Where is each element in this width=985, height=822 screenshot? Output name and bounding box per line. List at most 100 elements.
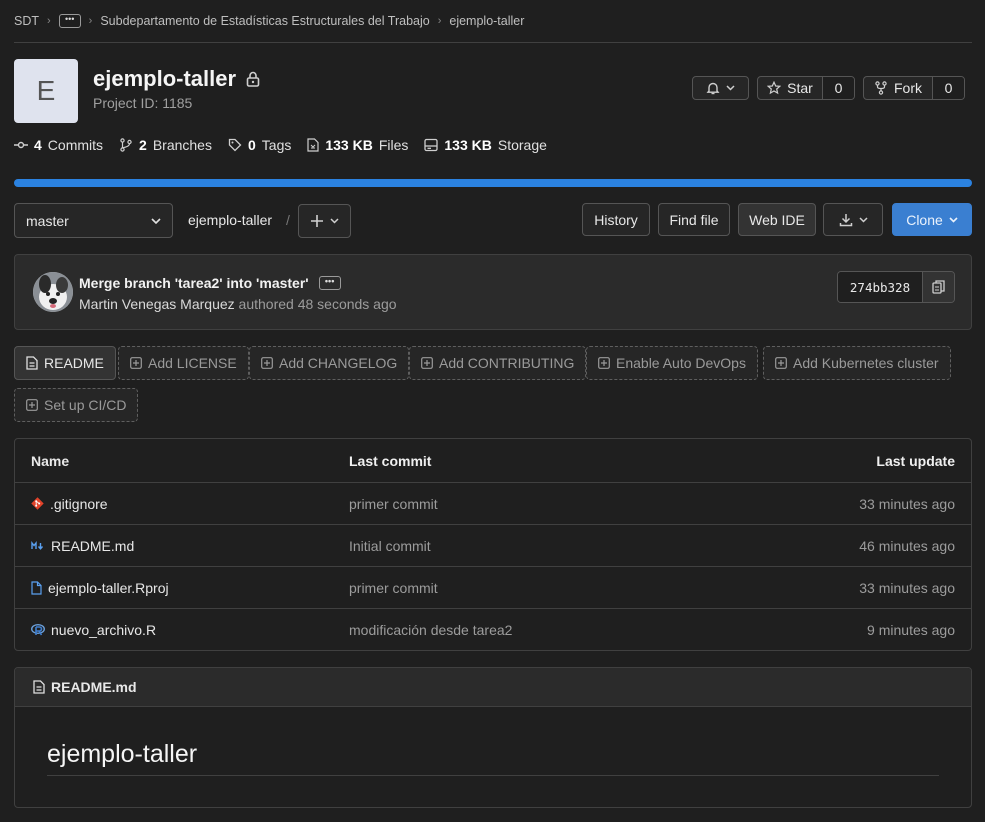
- stat-commits[interactable]: 4 Commits: [14, 137, 103, 153]
- chevron-right-icon: ›: [437, 15, 442, 27]
- readme-filename-link[interactable]: README.md: [51, 679, 137, 695]
- star-button-group: Star 0: [757, 76, 855, 100]
- commit-author[interactable]: Martin Venegas Marquez: [79, 296, 235, 312]
- download-dropdown-button[interactable]: [823, 203, 883, 236]
- column-header-last-update: Last update: [876, 452, 955, 469]
- copy-icon: [932, 280, 945, 294]
- add-contributing-button[interactable]: Add CONTRIBUTING: [409, 346, 587, 380]
- web-ide-button[interactable]: Web IDE: [738, 203, 816, 236]
- project-title[interactable]: ejemplo-taller: [93, 66, 236, 92]
- branch-icon: [119, 138, 133, 152]
- plus-square-icon: [421, 357, 433, 369]
- file-name-link[interactable]: README.md: [51, 538, 134, 554]
- plus-square-icon: [775, 357, 787, 369]
- stat-commits-label: Commits: [47, 137, 104, 153]
- file-last-update: 33 minutes ago: [859, 579, 955, 596]
- notification-dropdown-button[interactable]: [692, 76, 749, 100]
- stat-storage[interactable]: 133 KB Storage: [424, 137, 547, 153]
- stat-tags[interactable]: 0 Tags: [228, 137, 291, 153]
- file-last-commit-link[interactable]: primer commit: [349, 580, 438, 596]
- bell-icon: [706, 81, 720, 95]
- file-name-link[interactable]: ejemplo-taller.Rproj: [48, 580, 169, 596]
- stat-branches[interactable]: 2 Branches: [119, 137, 212, 153]
- branch-select[interactable]: master: [14, 203, 173, 238]
- setup-ci-cd-button[interactable]: Set up CI/CD: [14, 388, 139, 422]
- fork-button[interactable]: Fork: [864, 77, 932, 99]
- file-last-update: 46 minutes ago: [859, 537, 955, 554]
- file-last-update: 33 minutes ago: [859, 495, 955, 512]
- path-root[interactable]: ejemplo-taller: [188, 212, 272, 228]
- file-name-link[interactable]: nuevo_archivo.R: [51, 622, 156, 638]
- plus-square-icon: [130, 357, 142, 369]
- file-icon: [307, 138, 319, 152]
- history-button[interactable]: History: [582, 203, 650, 236]
- chevron-right-icon: ›: [47, 15, 51, 27]
- storage-icon: [424, 138, 439, 152]
- table-row[interactable]: README.md Initial commit 46 minutes ago: [15, 524, 971, 566]
- readme-button[interactable]: README: [14, 346, 116, 380]
- commit-meta: Martin Venegas Marquez authored 48 secon…: [79, 296, 397, 312]
- clone-dropdown-button[interactable]: Clone: [892, 203, 972, 236]
- add-contributing-label: Add CONTRIBUTING: [439, 355, 575, 371]
- stat-branches-count: 2: [139, 137, 147, 153]
- commit-expand-button[interactable]: •••: [318, 276, 341, 290]
- star-button[interactable]: Star: [758, 77, 822, 99]
- file-name-cell: ejemplo-taller.Rproj: [31, 580, 169, 596]
- enable-auto-devops-button[interactable]: Enable Auto DevOps: [586, 346, 758, 380]
- branch-select-value: master: [26, 212, 69, 229]
- table-header-row: Name Last commit Last update: [15, 439, 971, 482]
- add-license-button[interactable]: Add LICENSE: [118, 346, 249, 380]
- author-avatar[interactable]: [33, 272, 73, 312]
- add-to-tree-dropdown-button[interactable]: [298, 204, 351, 238]
- chevron-down-icon: [330, 218, 339, 224]
- commit-icon: [14, 138, 28, 152]
- commit-time: authored 48 seconds ago: [238, 296, 397, 312]
- plus-square-icon: [261, 357, 273, 369]
- table-row[interactable]: ejemplo-taller.Rproj primer commit 33 mi…: [15, 566, 971, 608]
- project-stats: 4 Commits 2 Branches 0 Tags 133 KB Files…: [14, 137, 547, 153]
- stat-branches-label: Branches: [152, 137, 212, 153]
- breadcrumb: SDT › ••• › Subdepartamento de Estadísti…: [14, 0, 972, 43]
- breadcrumb-root[interactable]: SDT: [14, 14, 39, 28]
- file-last-commit-link[interactable]: primer commit: [349, 496, 438, 512]
- download-icon: [839, 213, 853, 227]
- find-file-button[interactable]: Find file: [658, 203, 730, 236]
- plus-square-icon: [26, 399, 38, 411]
- file-name-cell: README.md: [31, 538, 134, 554]
- stat-files-size: 133 KB: [325, 137, 373, 153]
- stat-tags-count: 0: [247, 137, 256, 153]
- star-count[interactable]: 0: [822, 77, 854, 99]
- breadcrumb-expand-button[interactable]: •••: [58, 14, 81, 28]
- document-icon: [26, 356, 38, 370]
- file-last-commit-link[interactable]: modificación desde tarea2: [349, 622, 512, 638]
- file-last-commit-link[interactable]: Initial commit: [349, 538, 431, 554]
- add-changelog-button[interactable]: Add CHANGELOG: [249, 346, 410, 380]
- file-name-link[interactable]: .gitignore: [50, 496, 108, 512]
- commit-sha[interactable]: 274bb328: [838, 272, 922, 302]
- copy-sha-button[interactable]: [922, 272, 954, 302]
- clone-button-label: Clone: [906, 211, 943, 228]
- file-icon: [31, 580, 42, 595]
- breadcrumb-project[interactable]: ejemplo-taller: [449, 14, 524, 28]
- readme-button-label: README: [44, 355, 104, 371]
- stat-storage-size: 133 KB: [444, 137, 492, 153]
- stat-files[interactable]: 133 KB Files: [307, 137, 408, 153]
- table-row[interactable]: nuevo_archivo.R modificación desde tarea…: [15, 608, 971, 650]
- fork-count[interactable]: 0: [932, 77, 964, 99]
- star-icon: [767, 81, 782, 95]
- file-name-cell: nuevo_archivo.R: [31, 622, 156, 638]
- project-avatar[interactable]: E: [14, 59, 78, 123]
- readme-panel: README.md ejemplo-taller: [14, 667, 972, 808]
- breadcrumb-group[interactable]: Subdepartamento de Estadísticas Estructu…: [100, 14, 429, 28]
- git-icon: [31, 497, 44, 510]
- chevron-down-icon: [726, 85, 735, 91]
- fork-icon: [874, 81, 888, 95]
- stat-commits-count: 4: [34, 137, 42, 153]
- commit-title-row: Merge branch 'tarea2' into 'master' •••: [79, 275, 341, 291]
- star-label: Star: [787, 80, 813, 96]
- fork-button-group: Fork 0: [863, 76, 965, 100]
- add-kubernetes-cluster-button[interactable]: Add Kubernetes cluster: [763, 346, 951, 380]
- commit-title[interactable]: Merge branch 'tarea2' into 'master': [79, 275, 309, 291]
- table-row[interactable]: .gitignore primer commit 33 minutes ago: [15, 482, 971, 524]
- commit-sha-group: 274bb328: [837, 271, 955, 303]
